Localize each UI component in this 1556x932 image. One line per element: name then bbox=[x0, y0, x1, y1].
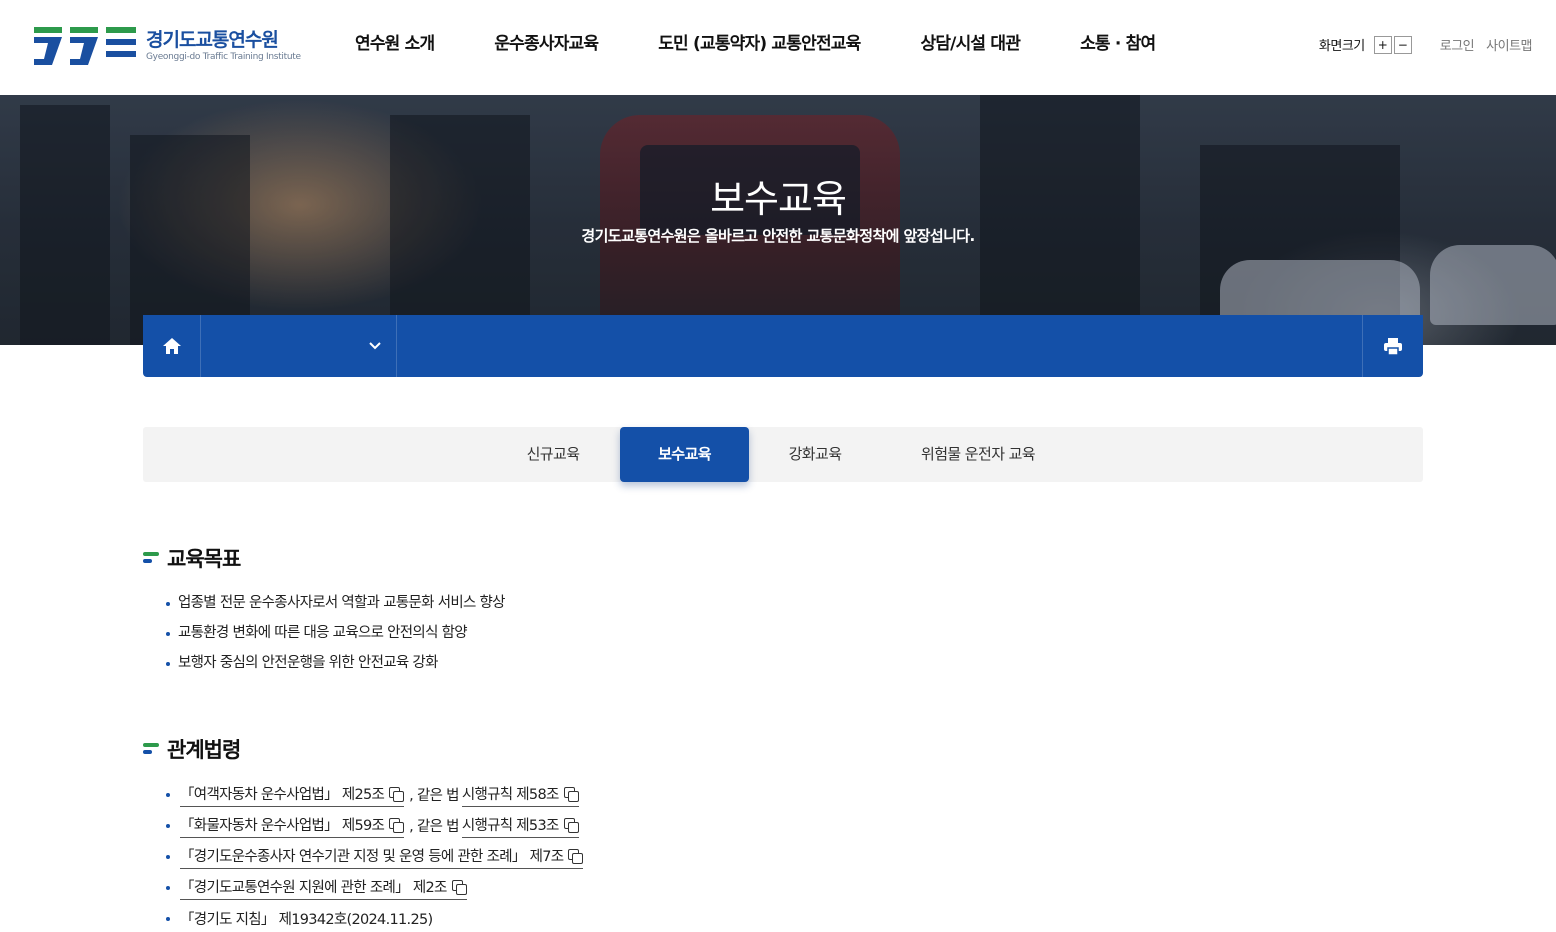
font-decrease-button[interactable]: − bbox=[1393, 35, 1412, 54]
list-item: 「화물자동차 운수사업법」 제59조 , 같은 법 시행규칙 제53조 bbox=[166, 811, 583, 842]
tab-new-education[interactable]: 신규교육 bbox=[498, 427, 608, 482]
site-header: 경기도교통연수원 Gyeonggi-do Traffic Training In… bbox=[0, 0, 1556, 95]
font-size-label: 화면크기 bbox=[1318, 39, 1365, 54]
page-subtitle: 경기도교통연수원은 올바르고 안전한 교통문화정착에 앞장섭니다. bbox=[581, 227, 975, 245]
font-increase-button[interactable]: + bbox=[1373, 35, 1392, 54]
chevron-down-icon bbox=[369, 342, 381, 350]
list-item: 「여객자동차 운수사업법」 제25조 , 같은 법 시행규칙 제58조 bbox=[166, 780, 583, 811]
tab-reinforcement-education[interactable]: 강화교육 bbox=[760, 427, 870, 482]
print-button[interactable] bbox=[1362, 315, 1423, 377]
sitemap-link[interactable]: 사이트맵 bbox=[1486, 35, 1532, 54]
section-title-laws: 관계법령 bbox=[143, 734, 241, 764]
copy-icon bbox=[568, 849, 584, 864]
print-icon bbox=[1384, 337, 1402, 355]
list-item: 「경기도 지침」 제19342호(2024.11.25) bbox=[166, 904, 583, 932]
page-title: 보수교육 bbox=[710, 177, 847, 221]
utility-menu: 화면크기 + − 로그인 사이트맵 bbox=[1319, 35, 1532, 54]
site-logo[interactable]: 경기도교통연수원 Gyeonggi-do Traffic Training In… bbox=[34, 24, 304, 66]
copy-icon bbox=[451, 880, 467, 895]
tab-refresher-education[interactable]: 보수교육 bbox=[620, 427, 749, 482]
depth-select[interactable] bbox=[201, 315, 397, 377]
section-title-goals: 교육목표 bbox=[143, 543, 241, 573]
logo-mark-icon bbox=[34, 27, 136, 65]
list-item: 업종별 전문 운수종사자로서 역할과 교통문화 서비스 향상 bbox=[166, 588, 506, 618]
nav-item-about[interactable]: 연수원 소개 bbox=[355, 31, 435, 57]
logo-title: 경기도교통연수원 bbox=[146, 28, 279, 51]
copy-icon bbox=[563, 818, 579, 833]
section-mark-icon bbox=[143, 551, 160, 565]
logo-subtitle: Gyeonggi-do Traffic Training Institute bbox=[146, 51, 301, 62]
home-button[interactable] bbox=[143, 315, 201, 377]
list-item: 보행자 중심의 안전운행을 위한 안전교육 강화 bbox=[166, 648, 505, 678]
law-link[interactable]: 시행규칙 제58조 bbox=[461, 785, 579, 807]
section-mark-icon bbox=[143, 742, 160, 756]
copy-icon bbox=[563, 787, 579, 802]
main-nav: 연수원 소개 운수종사자교육 도민 (교통약자) 교통안전교육 상담/시설 대관… bbox=[355, 31, 1156, 57]
copy-icon bbox=[389, 818, 405, 833]
goals-list: 업종별 전문 운수종사자로서 역할과 교통문화 서비스 향상 교통환경 변화에 … bbox=[166, 588, 506, 678]
copy-icon bbox=[389, 787, 405, 802]
law-link[interactable]: 「여객자동차 운수사업법」 제25조 bbox=[180, 785, 405, 807]
home-icon bbox=[162, 338, 181, 354]
location-bar bbox=[143, 315, 1423, 377]
law-link[interactable]: 「경기도운수종사자 연수기관 지정 및 운영 등에 관한 조례」 제7조 bbox=[180, 847, 584, 869]
sub-tabs: 신규교육 보수교육 강화교육 위험물 운전자 교육 bbox=[143, 427, 1423, 482]
tab-hazmat-driver-education[interactable]: 위험물 운전자 교육 bbox=[903, 427, 1053, 482]
law-link[interactable]: 「경기도교통연수원 지원에 관한 조례」 제2조 bbox=[180, 878, 467, 900]
list-item: 교통환경 변화에 따른 대응 교육으로 안전의식 함양 bbox=[166, 618, 505, 648]
nav-item-community[interactable]: 소통 · 참여 bbox=[1080, 31, 1156, 57]
law-link[interactable]: 「화물자동차 운수사업법」 제59조 bbox=[180, 816, 405, 838]
laws-list: 「여객자동차 운수사업법」 제25조 , 같은 법 시행규칙 제58조 「화물자… bbox=[166, 780, 584, 932]
nav-item-consult-rental[interactable]: 상담/시설 대관 bbox=[920, 31, 1020, 57]
nav-item-driver-education[interactable]: 운수종사자교육 bbox=[494, 31, 599, 57]
login-link[interactable]: 로그인 bbox=[1440, 35, 1475, 54]
hero-banner: 보수교육 경기도교통연수원은 올바르고 안전한 교통문화정착에 앞장섭니다. bbox=[0, 95, 1556, 345]
nav-item-citizen-safety[interactable]: 도민 (교통약자) 교통안전교육 bbox=[658, 31, 861, 57]
law-text: 「경기도 지침」 제19342호(2024.11.25) bbox=[180, 911, 433, 928]
list-item: 「경기도운수종사자 연수기관 지정 및 운영 등에 관한 조례」 제7조 bbox=[166, 842, 584, 873]
list-item: 「경기도교통연수원 지원에 관한 조례」 제2조 bbox=[166, 873, 583, 904]
law-link[interactable]: 시행규칙 제53조 bbox=[461, 816, 579, 838]
